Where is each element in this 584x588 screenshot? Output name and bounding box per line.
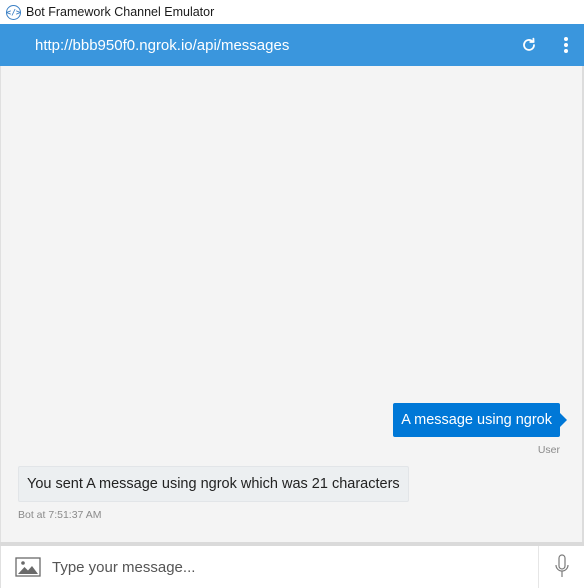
chat-history[interactable]: A message using ngrok User You sent A me… — [0, 66, 584, 542]
endpoint-header: http://bbb950f0.ngrok.io/api/messages — [0, 24, 584, 66]
bot-message-text: You sent A message using ngrok which was… — [27, 476, 400, 492]
message-composer — [0, 546, 584, 588]
endpoint-url[interactable]: http://bbb950f0.ngrok.io/api/messages — [35, 37, 519, 54]
user-message-text: A message using ngrok — [401, 412, 552, 428]
microphone-icon — [554, 554, 569, 577]
refresh-icon — [523, 37, 535, 51]
more-vertical-icon — [564, 37, 568, 53]
refresh-button[interactable] — [519, 35, 539, 55]
microphone-button[interactable] — [538, 546, 584, 588]
user-message-label: User — [537, 444, 560, 456]
message-input[interactable] — [48, 546, 538, 588]
window-title: Bot Framework Channel Emulator — [26, 5, 215, 19]
bot-framework-icon: </> — [6, 4, 21, 20]
user-message-bubble[interactable]: A message using ngrok — [393, 403, 560, 437]
bot-message-label: Bot at 7:51:37 AM — [18, 509, 102, 521]
user-bubble-tail — [560, 413, 567, 427]
more-options-button[interactable] — [559, 34, 573, 56]
upload-image-button[interactable] — [8, 546, 48, 588]
window-titlebar: </> Bot Framework Channel Emulator — [0, 0, 584, 24]
bot-message-bubble[interactable]: You sent A message using ngrok which was… — [18, 466, 409, 502]
image-upload-icon — [15, 557, 41, 577]
